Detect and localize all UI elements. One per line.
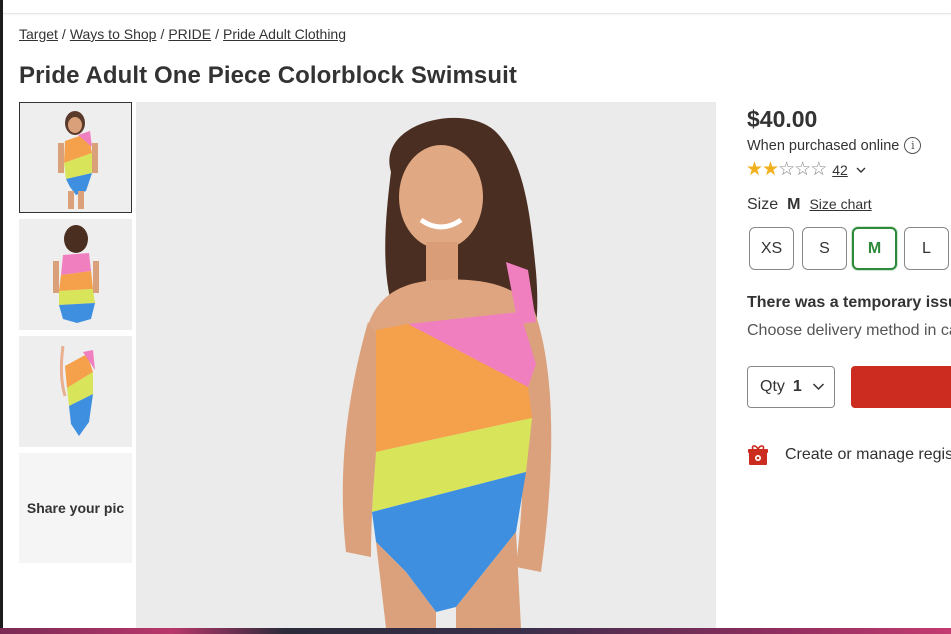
- thumbnail-front-image: [20, 103, 131, 212]
- quantity-label: Qty: [760, 378, 785, 395]
- size-option-l[interactable]: L: [904, 227, 949, 270]
- product-title: Pride Adult One Piece Colorblock Swimsui…: [19, 62, 517, 89]
- product-price: $40.00: [747, 106, 818, 132]
- selected-size-value: M: [787, 196, 801, 213]
- thumbnail-list: Share your pic: [19, 102, 132, 569]
- size-selector-header: Size M Size chart: [747, 196, 872, 214]
- thumbnail-back-image: [19, 219, 132, 330]
- size-label: Size: [747, 196, 779, 213]
- price-note-text: When purchased online: [747, 137, 900, 154]
- desktop-dock-strip: [0, 628, 951, 634]
- thumbnail-front[interactable]: [19, 102, 132, 213]
- breadcrumb-pride[interactable]: PRIDE: [168, 26, 211, 42]
- size-option-s[interactable]: S: [802, 227, 847, 270]
- quantity-value: 1: [792, 378, 802, 395]
- star-icon-filled: ★: [746, 159, 763, 180]
- registry-label: Create or manage regis: [785, 446, 951, 463]
- chevron-down-icon[interactable]: [856, 165, 866, 175]
- breadcrumb: Target / Ways to Shop / PRIDE / Pride Adult Cl…: [19, 26, 346, 42]
- delivery-method-message: Choose delivery method in ca: [747, 322, 951, 339]
- rating-summary[interactable]: ★★☆☆☆ 42: [746, 158, 866, 181]
- chevron-down-icon: [812, 383, 824, 391]
- thumbnail-flat[interactable]: [19, 336, 132, 447]
- price-note: When purchased online i: [747, 137, 922, 154]
- star-icon-empty: ☆: [778, 159, 795, 180]
- review-count-link[interactable]: 42: [832, 162, 848, 178]
- thumbnail-flat-image: [19, 336, 132, 447]
- size-chart-link[interactable]: Size chart: [809, 196, 871, 212]
- size-option-m[interactable]: M: [852, 227, 897, 270]
- size-option-xs[interactable]: XS: [749, 227, 794, 270]
- breadcrumb-target[interactable]: Target: [19, 26, 58, 42]
- thumbnail-back[interactable]: [19, 219, 132, 330]
- star-icon-empty: ☆: [810, 159, 827, 180]
- info-icon[interactable]: i: [904, 137, 922, 154]
- star-icon-filled: ★: [762, 159, 779, 180]
- gift-icon: [748, 445, 768, 465]
- breadcrumb-pride-adult-clothing[interactable]: Pride Adult Clothing: [223, 26, 346, 42]
- star-icon-empty: ☆: [794, 159, 811, 180]
- share-your-pic-tile[interactable]: Share your pic: [19, 453, 132, 563]
- registry-link[interactable]: Create or manage regis: [747, 444, 951, 466]
- quantity-selector[interactable]: Qty 1: [747, 366, 835, 408]
- breadcrumb-ways-to-shop[interactable]: Ways to Shop: [70, 26, 157, 42]
- page-header-strip: [3, 0, 951, 14]
- swimsuit-model-photo: [136, 102, 716, 628]
- add-to-cart-button[interactable]: [851, 366, 951, 408]
- browser-window: Target / Ways to Shop / PRIDE / Pride Adult Cl…: [3, 0, 951, 628]
- product-main-image[interactable]: [136, 102, 716, 628]
- star-rating: ★★☆☆☆: [746, 158, 827, 181]
- temporary-issue-message: There was a temporary issu: [747, 294, 951, 311]
